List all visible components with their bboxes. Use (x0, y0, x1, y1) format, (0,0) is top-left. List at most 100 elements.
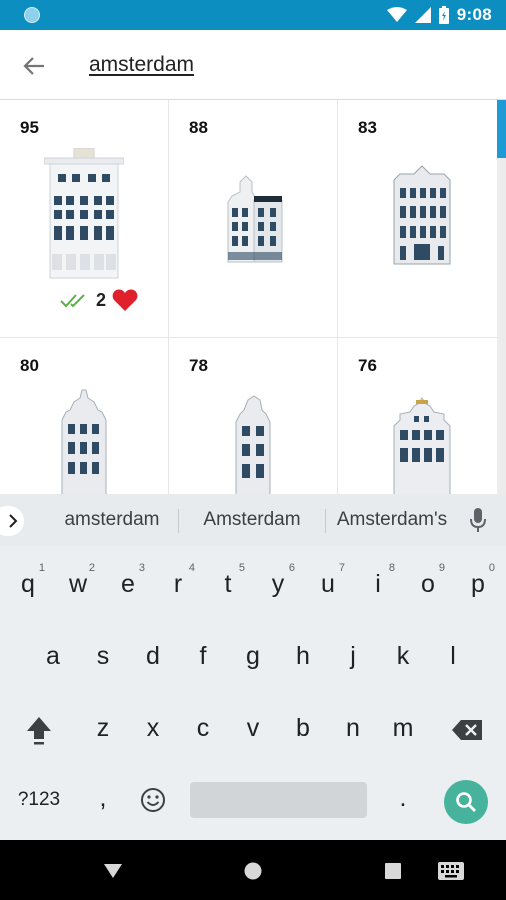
emoji-icon (141, 788, 165, 812)
soft-keyboard: amsterdam Amsterdam Amsterdam's q1 w2 e3… (0, 494, 506, 840)
chevron-right-icon (9, 514, 18, 528)
key-w[interactable]: w2 (53, 556, 103, 612)
nav-back-icon (104, 864, 122, 878)
nav-recents-button[interactable] (378, 856, 408, 886)
period-key[interactable]: . (378, 770, 428, 826)
backspace-icon (452, 720, 482, 740)
grid-item[interactable]: 76 (338, 338, 497, 494)
keyboard-switch-button[interactable] (436, 856, 466, 886)
suggestion-3[interactable]: Amsterdam's (328, 494, 456, 546)
key-d[interactable]: d (128, 628, 178, 684)
key-u[interactable]: u7 (303, 556, 353, 612)
key-f[interactable]: f (178, 628, 228, 684)
house-image (338, 386, 497, 494)
key-label: i (375, 569, 381, 598)
nav-home-button[interactable] (238, 856, 268, 886)
key-hint: 6 (288, 562, 295, 574)
item-number: 76 (358, 356, 377, 375)
key-a[interactable]: a (28, 628, 78, 684)
battery-icon (438, 6, 449, 24)
key-k[interactable]: k (378, 628, 428, 684)
heart-icon[interactable] (112, 288, 138, 312)
key-hint: 5 (238, 562, 245, 574)
house-image (169, 386, 337, 494)
key-q[interactable]: q1 (3, 556, 53, 612)
house-image (0, 386, 168, 494)
wifi-icon (386, 7, 407, 22)
key-label: r (173, 569, 183, 598)
key-hint: 9 (438, 562, 445, 574)
grid-item[interactable]: 88 (169, 100, 338, 338)
key-label: e (121, 569, 135, 598)
backspace-key[interactable] (442, 702, 492, 758)
key-v[interactable]: v (228, 700, 278, 756)
key-s[interactable]: s (78, 628, 128, 684)
suggestion-divider (325, 509, 326, 533)
back-button[interactable] (18, 50, 50, 82)
key-label: p (471, 569, 485, 598)
navigation-bar (0, 840, 506, 900)
scrollbar-thumb[interactable] (497, 100, 506, 158)
comma-key[interactable]: , (78, 770, 128, 826)
item-number: 95 (20, 118, 39, 137)
grid-item[interactable]: 83 (338, 100, 497, 338)
scrollbar-track[interactable] (497, 100, 506, 494)
key-hint: 4 (188, 562, 195, 574)
key-p[interactable]: p0 (453, 556, 503, 612)
key-l[interactable]: l (428, 628, 478, 684)
shift-icon (27, 717, 51, 745)
suggestion-bar: amsterdam Amsterdam Amsterdam's (0, 494, 506, 546)
key-g[interactable]: g (228, 628, 278, 684)
house-image (338, 148, 497, 290)
key-t[interactable]: t5 (203, 556, 253, 612)
suggestion-1[interactable]: amsterdam (48, 494, 176, 546)
nav-recents-icon (385, 863, 401, 879)
key-n[interactable]: n (328, 700, 378, 756)
item-number: 78 (189, 356, 208, 375)
item-number: 83 (358, 118, 377, 137)
status-bar: 9:08 (0, 0, 506, 30)
suggestion-2[interactable]: Amsterdam (182, 494, 322, 546)
search-key[interactable] (444, 780, 488, 824)
key-label: o (421, 569, 435, 598)
key-label: u (321, 569, 335, 598)
expand-suggestions-button[interactable] (0, 506, 24, 536)
house-image (169, 148, 337, 292)
grid-item[interactable]: 80 (0, 338, 169, 494)
double-check-icon (60, 294, 85, 308)
key-label: q (21, 569, 35, 598)
item-number: 88 (189, 118, 208, 137)
key-z[interactable]: z (78, 700, 128, 756)
key-e[interactable]: e3 (103, 556, 153, 612)
key-x[interactable]: x (128, 700, 178, 756)
key-y[interactable]: y6 (253, 556, 303, 612)
space-key[interactable] (190, 782, 367, 818)
grid-item[interactable]: 78 (169, 338, 338, 494)
nav-home-icon (244, 862, 262, 880)
key-b[interactable]: b (278, 700, 328, 756)
key-c[interactable]: c (178, 700, 228, 756)
signal-icon (414, 7, 431, 23)
key-hint: 0 (488, 562, 495, 574)
key-o[interactable]: o9 (403, 556, 453, 612)
search-input[interactable]: amsterdam (89, 53, 194, 77)
nav-back-button[interactable] (98, 856, 128, 886)
key-hint: 8 (388, 562, 395, 574)
key-r[interactable]: r4 (153, 556, 203, 612)
key-h[interactable]: h (278, 628, 328, 684)
owned-count: 2 (96, 289, 107, 310)
house-image (0, 148, 168, 282)
key-label: w (68, 569, 88, 598)
arrow-back-icon (23, 57, 44, 75)
symbols-key[interactable]: ?123 (14, 772, 64, 828)
shift-key[interactable] (14, 702, 64, 758)
key-m[interactable]: m (378, 700, 428, 756)
grid-item[interactable]: 95 2 (0, 100, 169, 338)
voice-input-button[interactable] (470, 508, 486, 537)
key-j[interactable]: j (328, 628, 378, 684)
key-hint: 2 (88, 562, 95, 574)
key-i[interactable]: i8 (353, 556, 403, 612)
key-hint: 7 (338, 562, 345, 574)
emoji-key[interactable] (128, 772, 178, 828)
suggestion-divider (178, 509, 179, 533)
